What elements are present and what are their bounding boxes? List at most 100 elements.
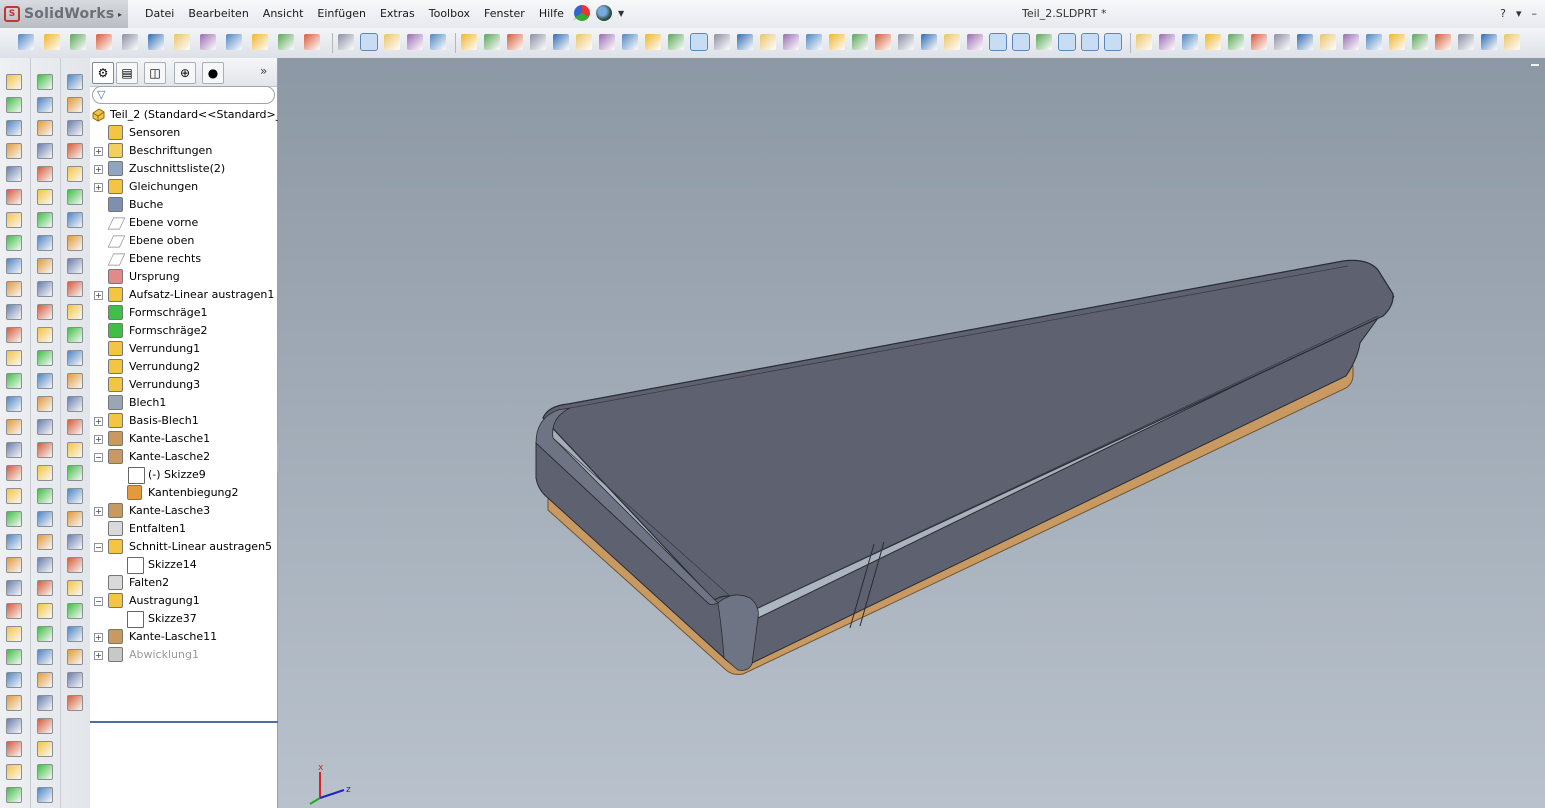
command-tool-icon[interactable]	[6, 327, 22, 343]
menu-ansicht[interactable]: Ansicht	[256, 0, 311, 28]
toolbar-tool-icon[interactable]	[1205, 34, 1221, 50]
command-tool-icon[interactable]	[37, 212, 53, 228]
command-tool-icon[interactable]	[67, 695, 83, 711]
command-tool-icon[interactable]	[37, 396, 53, 412]
command-tool-icon[interactable]	[67, 166, 83, 182]
toolbar-tool-icon[interactable]	[530, 34, 546, 50]
toolbar-tool-icon[interactable]	[461, 34, 477, 50]
graphics-viewport[interactable]: x z	[278, 58, 1545, 808]
toolbar-tool-icon[interactable]	[1012, 33, 1030, 51]
toolbar-tool-icon[interactable]	[967, 34, 983, 50]
command-tool-icon[interactable]	[37, 419, 53, 435]
toolbar-tool-icon[interactable]	[484, 34, 500, 50]
command-tool-icon[interactable]	[67, 419, 83, 435]
toolbar-tool-icon[interactable]	[944, 34, 960, 50]
command-tool-icon[interactable]	[6, 718, 22, 734]
toolbar-tool-icon[interactable]	[1458, 34, 1474, 50]
toolbar-tool-icon[interactable]	[714, 34, 730, 50]
toolbar-tool-icon[interactable]	[70, 34, 86, 50]
expand-icon[interactable]: +	[94, 417, 103, 426]
toolbar-tool-icon[interactable]	[1081, 33, 1099, 51]
dimxpert-tab-icon[interactable]: ⊕	[174, 62, 196, 84]
toolbar-tool-icon[interactable]	[96, 34, 112, 50]
command-tool-icon[interactable]	[6, 695, 22, 711]
propertymanager-tab-icon[interactable]: ▤	[116, 62, 138, 84]
featuremanager-tab-icon[interactable]: ⚙	[92, 62, 114, 84]
command-tool-icon[interactable]	[67, 258, 83, 274]
toolbar-tool-icon[interactable]	[690, 33, 708, 51]
command-tool-icon[interactable]	[6, 97, 22, 113]
command-tool-icon[interactable]	[67, 580, 83, 596]
expand-icon[interactable]: +	[94, 291, 103, 300]
command-tool-icon[interactable]	[67, 511, 83, 527]
toolbar-tool-icon[interactable]	[1136, 34, 1152, 50]
toolbar-tool-icon[interactable]	[304, 34, 320, 50]
toolbar-tool-icon[interactable]	[1058, 33, 1076, 51]
toolbar-tool-icon[interactable]	[1343, 34, 1359, 50]
command-tool-icon[interactable]	[37, 741, 53, 757]
toolbar-tool-icon[interactable]	[1228, 34, 1244, 50]
toolbar-tool-icon[interactable]	[829, 34, 845, 50]
toolbar-tool-icon[interactable]	[921, 34, 937, 50]
command-tool-icon[interactable]	[6, 419, 22, 435]
minimize-button[interactable]: –	[1532, 0, 1538, 28]
command-tool-icon[interactable]	[37, 718, 53, 734]
command-tool-icon[interactable]	[6, 120, 22, 136]
toolbar-tool-icon[interactable]	[737, 34, 753, 50]
menu-extras[interactable]: Extras	[373, 0, 422, 28]
command-tool-icon[interactable]	[37, 787, 53, 803]
command-tool-icon[interactable]	[37, 488, 53, 504]
command-tool-icon[interactable]	[67, 557, 83, 573]
command-tool-icon[interactable]	[6, 741, 22, 757]
toolbar-tool-icon[interactable]	[1274, 34, 1290, 50]
expand-icon[interactable]: +	[94, 147, 103, 156]
toolbar-tool-icon[interactable]	[553, 34, 569, 50]
toolbar-tool-icon[interactable]	[898, 34, 914, 50]
quick-tools-dropdown-icon[interactable]: ▼	[618, 9, 624, 18]
toolbar-tool-icon[interactable]	[1036, 34, 1052, 50]
toolbar-tool-icon[interactable]	[384, 34, 400, 50]
toolbar-tool-icon[interactable]	[148, 34, 164, 50]
command-tool-icon[interactable]	[37, 580, 53, 596]
command-tool-icon[interactable]	[37, 120, 53, 136]
toolbar-tool-icon[interactable]	[44, 34, 60, 50]
command-tool-icon[interactable]	[6, 74, 22, 90]
toolbar-tool-icon[interactable]	[174, 34, 190, 50]
command-tool-icon[interactable]	[67, 373, 83, 389]
command-tool-icon[interactable]	[6, 580, 22, 596]
command-tool-icon[interactable]	[37, 74, 53, 90]
command-tool-icon[interactable]	[6, 373, 22, 389]
command-tool-icon[interactable]	[6, 212, 22, 228]
command-tool-icon[interactable]	[6, 534, 22, 550]
appearance-tab-icon[interactable]: ●	[202, 62, 224, 84]
menu-toolbox[interactable]: Toolbox	[422, 0, 477, 28]
toolbar-tool-icon[interactable]	[989, 33, 1007, 51]
command-tool-icon[interactable]	[67, 74, 83, 90]
command-tool-icon[interactable]	[6, 465, 22, 481]
toolbar-tool-icon[interactable]	[806, 34, 822, 50]
command-tool-icon[interactable]	[67, 534, 83, 550]
command-tool-icon[interactable]	[6, 258, 22, 274]
command-tool-icon[interactable]	[37, 189, 53, 205]
toolbar-tool-icon[interactable]	[599, 34, 615, 50]
command-tool-icon[interactable]	[6, 304, 22, 320]
command-tool-icon[interactable]	[37, 350, 53, 366]
command-tool-icon[interactable]	[6, 603, 22, 619]
toolbar-tool-icon[interactable]	[668, 34, 684, 50]
command-tool-icon[interactable]	[6, 649, 22, 665]
command-tool-icon[interactable]	[67, 649, 83, 665]
toolbar-tool-icon[interactable]	[1182, 34, 1198, 50]
command-tool-icon[interactable]	[67, 281, 83, 297]
toolbar-tool-icon[interactable]	[852, 34, 868, 50]
toolbar-tool-icon[interactable]	[1159, 34, 1175, 50]
command-tool-icon[interactable]	[37, 603, 53, 619]
command-tool-icon[interactable]	[67, 396, 83, 412]
toolbar-tool-icon[interactable]	[645, 34, 661, 50]
toolbar-tool-icon[interactable]	[1366, 34, 1382, 50]
command-tool-icon[interactable]	[67, 143, 83, 159]
panel-expand-icon[interactable]: »	[260, 64, 267, 78]
command-tool-icon[interactable]	[6, 189, 22, 205]
expand-icon[interactable]: +	[94, 435, 103, 444]
toolbar-tool-icon[interactable]	[430, 34, 446, 50]
help-icon[interactable]: ?	[1500, 0, 1506, 28]
